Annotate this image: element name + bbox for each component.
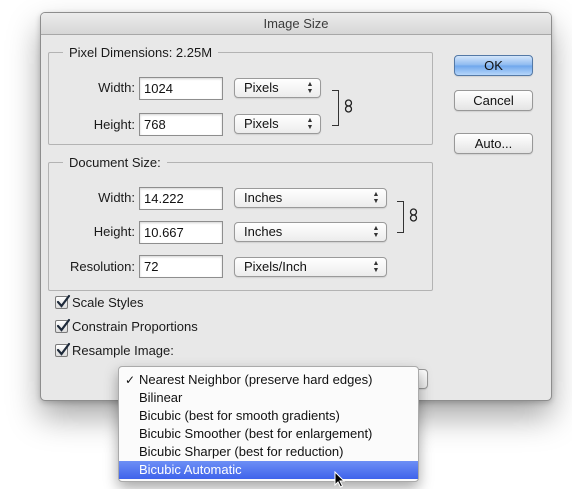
pixel-height-label: Height: <box>93 117 135 132</box>
pixel-constrain-bracket <box>332 90 339 126</box>
resolution-input[interactable]: 72 <box>139 255 223 278</box>
menu-item-bicubic-sharper[interactable]: Bicubic Sharper (best for reduction) <box>119 443 418 461</box>
doc-height-input[interactable]: 10.667 <box>139 221 223 244</box>
menu-item-label: Bicubic (best for smooth gradients) <box>139 408 340 423</box>
menu-item-label: Nearest Neighbor (preserve hard edges) <box>139 372 373 387</box>
resolution-label: Resolution: <box>69 259 135 274</box>
scale-styles-label: Scale Styles <box>72 295 144 310</box>
checkmark-icon <box>56 342 71 356</box>
menu-item-label: Bicubic Smoother (best for enlargement) <box>139 426 373 441</box>
auto-button[interactable]: Auto... <box>454 133 533 154</box>
document-size-legend: Document Size: <box>69 155 161 170</box>
pixel-height-unit-value: Pixels <box>244 116 279 131</box>
up-down-arrows-icon: ▲ ▼ <box>372 225 380 239</box>
menu-item-bicubic[interactable]: Bicubic (best for smooth gradients) <box>119 407 418 425</box>
menu-item-label: Bilinear <box>139 390 183 405</box>
menu-item-label: Bicubic Automatic <box>139 462 242 477</box>
menu-item-bicubic-automatic[interactable]: Bicubic Automatic <box>119 461 418 479</box>
pixel-width-label: Width: <box>98 80 135 95</box>
menu-item-label: Bicubic Sharper (best for reduction) <box>139 444 344 459</box>
resample-image-label: Resample Image: <box>72 343 174 358</box>
pixel-width-unit-select[interactable]: Pixels ▲ ▼ <box>234 78 321 98</box>
doc-constrain-bracket <box>397 201 404 233</box>
constrain-proportions-label: Constrain Proportions <box>72 319 198 334</box>
up-down-arrows-icon: ▲ ▼ <box>372 260 380 274</box>
doc-width-input[interactable]: 14.222 <box>139 187 223 210</box>
chain-link-icon <box>344 99 353 113</box>
constrain-proportions-checkbox[interactable] <box>55 318 71 333</box>
up-down-arrows-icon: ▲ ▼ <box>372 191 380 205</box>
checkmark-icon: ✓ <box>125 373 136 387</box>
menu-item-nearest-neighbor[interactable]: ✓ Nearest Neighbor (preserve hard edges) <box>119 371 418 389</box>
doc-height-label: Height: <box>93 224 135 239</box>
doc-width-unit-value: Inches <box>244 190 283 205</box>
scale-styles-checkbox[interactable] <box>55 294 71 309</box>
chain-link-icon <box>409 208 418 222</box>
doc-width-unit-select[interactable]: Inches ▲ ▼ <box>234 188 387 208</box>
resample-image-checkbox[interactable] <box>55 342 71 357</box>
ok-button[interactable]: OK <box>454 55 533 76</box>
pixel-dimensions-legend: Pixel Dimensions: 2.25M <box>69 45 213 60</box>
image-size-dialog: Image Size Pixel Dimensions: 2.25M Width… <box>40 12 552 401</box>
resample-method-menu: ✓ Nearest Neighbor (preserve hard edges)… <box>118 366 419 482</box>
pixel-width-input[interactable]: 1024 <box>139 77 223 100</box>
mouse-pointer-icon <box>334 471 346 488</box>
window-title: Image Size <box>41 13 551 35</box>
checkmark-icon <box>56 318 71 332</box>
resolution-unit-value: Pixels/Inch <box>244 259 307 274</box>
doc-width-label: Width: <box>98 190 135 205</box>
up-down-arrows-icon: ▲ ▼ <box>306 81 314 95</box>
pixel-height-input[interactable]: 768 <box>139 113 223 136</box>
pixel-width-unit-value: Pixels <box>244 80 279 95</box>
menu-item-bicubic-smoother[interactable]: Bicubic Smoother (best for enlargement) <box>119 425 418 443</box>
doc-height-unit-select[interactable]: Inches ▲ ▼ <box>234 222 387 242</box>
menu-item-bilinear[interactable]: Bilinear <box>119 389 418 407</box>
up-down-arrows-icon: ▲ ▼ <box>306 117 314 131</box>
checkmark-icon <box>56 294 71 308</box>
doc-height-unit-value: Inches <box>244 224 283 239</box>
pixel-height-unit-select[interactable]: Pixels ▲ ▼ <box>234 114 321 134</box>
cancel-button[interactable]: Cancel <box>454 90 533 111</box>
resolution-unit-select[interactable]: Pixels/Inch ▲ ▼ <box>234 257 387 277</box>
